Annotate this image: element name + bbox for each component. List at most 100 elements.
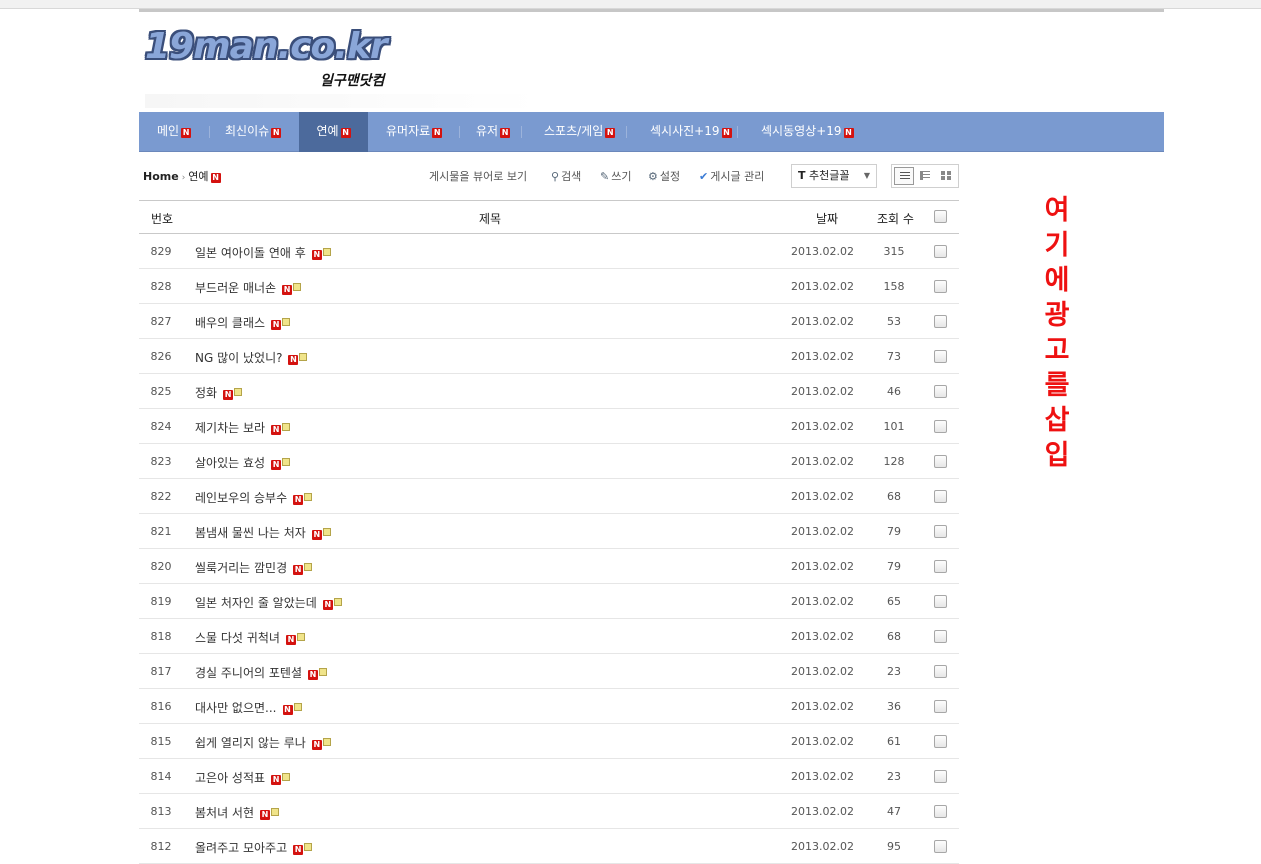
- post-title-link[interactable]: 봄처녀 서현 N: [195, 804, 280, 821]
- post-date: 2013.02.02: [791, 595, 854, 608]
- nav-item-6[interactable]: 섹시사진+19 N: [650, 112, 732, 152]
- post-title-link[interactable]: 봄냄새 물씬 나는 처자 N: [195, 524, 331, 541]
- post-title: 레인보우의 승부수: [195, 491, 288, 505]
- search-button[interactable]: ⚲ 검색: [551, 168, 581, 184]
- new-badge: N: [432, 128, 443, 138]
- site-logo[interactable]: 19man.co.kr 일구맨닷컴: [145, 26, 545, 108]
- row-checkbox[interactable]: [934, 245, 947, 258]
- image-attachment-icon: [293, 283, 302, 291]
- post-title-link[interactable]: 레인보우의 승부수 N: [195, 489, 313, 506]
- table-row: 818 스물 다섯 귀척녀 N 2013.02.02 68: [139, 619, 959, 654]
- row-checkbox[interactable]: [934, 490, 947, 503]
- post-title-link[interactable]: 제기차는 보라 N: [195, 419, 291, 436]
- post-title-link[interactable]: NG 많이 났었니? N: [195, 349, 308, 366]
- new-badge: N: [322, 600, 333, 610]
- web-view-link[interactable]: 게시물을 뷰어로 보기: [429, 168, 527, 184]
- post-date: 2013.02.02: [791, 280, 854, 293]
- post-title-link[interactable]: 씰룩거리는 깜민경 N: [195, 559, 313, 576]
- row-checkbox[interactable]: [934, 630, 947, 643]
- breadcrumb-current[interactable]: 연예: [188, 170, 208, 183]
- table-row: 820 씰룩거리는 깜민경 N 2013.02.02 79: [139, 549, 959, 584]
- nav-item-4[interactable]: 유저 N: [476, 112, 511, 152]
- post-title-link[interactable]: 살아있는 효성 N: [195, 454, 291, 471]
- post-title-link[interactable]: 부드러운 매너손 N: [195, 279, 302, 296]
- row-number: 817: [150, 665, 172, 678]
- font-sort-select[interactable]: T 추천글꼴 ▼: [791, 164, 877, 188]
- image-attachment-icon: [282, 423, 291, 431]
- row-number: 829: [150, 245, 172, 258]
- image-attachment-icon: [296, 633, 305, 641]
- row-checkbox[interactable]: [934, 665, 947, 678]
- nav-item-2[interactable]: 연예 N: [299, 112, 368, 152]
- post-date: 2013.02.02: [791, 805, 854, 818]
- row-number: 820: [150, 560, 172, 573]
- row-checkbox[interactable]: [934, 420, 947, 433]
- nav-item-1[interactable]: 최신이슈 N: [225, 112, 282, 152]
- post-title-link[interactable]: 일본 처자인 줄 알았는데 N: [195, 594, 342, 611]
- post-title-link[interactable]: 배우의 클래스 N: [195, 314, 291, 331]
- row-checkbox[interactable]: [934, 455, 947, 468]
- new-badge: N: [843, 128, 854, 138]
- post-title-link[interactable]: 쉽게 열리지 않는 루나 N: [195, 734, 331, 751]
- post-title-link[interactable]: 정화 N: [195, 384, 243, 401]
- row-checkbox[interactable]: [934, 805, 947, 818]
- webzine-view-button[interactable]: [915, 167, 935, 185]
- post-views: 101: [883, 420, 905, 433]
- post-views: 61: [887, 735, 901, 748]
- post-title: 봄처녀 서현: [195, 806, 255, 820]
- new-badge: N: [293, 845, 304, 855]
- new-badge: N: [285, 635, 296, 645]
- post-title-link[interactable]: 경실 주니어의 포텐셜 N: [195, 664, 327, 681]
- nav-divider: [736, 126, 738, 138]
- post-title-link[interactable]: 고은아 성적표 N: [195, 769, 291, 786]
- post-views: 73: [887, 350, 901, 363]
- post-date: 2013.02.02: [791, 735, 854, 748]
- pencil-icon: ✎: [600, 170, 610, 183]
- manage-label: 게시글 관리: [710, 170, 765, 183]
- row-checkbox[interactable]: [934, 350, 947, 363]
- post-date: 2013.02.02: [791, 315, 854, 328]
- table-row: 827 배우의 클래스 N 2013.02.02 53: [139, 304, 959, 339]
- post-title: 제기차는 보라: [195, 421, 266, 435]
- row-checkbox[interactable]: [934, 385, 947, 398]
- post-title: 고은아 성적표: [195, 771, 266, 785]
- post-title-link[interactable]: 스물 다섯 귀척녀 N: [195, 629, 305, 646]
- nav-divider: [209, 126, 210, 138]
- row-checkbox[interactable]: [934, 700, 947, 713]
- row-checkbox[interactable]: [934, 595, 947, 608]
- nav-item-7[interactable]: 섹시동영상+19 N: [761, 112, 854, 152]
- nav-item-0[interactable]: 메인 N: [157, 112, 192, 152]
- list-view-button[interactable]: [894, 167, 914, 185]
- post-title: 봄냄새 물씬 나는 처자: [195, 526, 306, 540]
- post-views: 315: [883, 245, 905, 258]
- header-date: 날짜: [816, 212, 839, 226]
- settings-button[interactable]: ⚙ 설정: [648, 168, 680, 184]
- row-checkbox[interactable]: [934, 525, 947, 538]
- post-views: 23: [887, 770, 901, 783]
- gallery-view-button[interactable]: [936, 167, 956, 185]
- post-title-link[interactable]: 대사만 없으면... N: [195, 699, 302, 716]
- row-checkbox[interactable]: [934, 770, 947, 783]
- post-date: 2013.02.02: [791, 525, 854, 538]
- manage-button[interactable]: ✔ 게시글 관리: [699, 168, 764, 184]
- row-checkbox[interactable]: [934, 560, 947, 573]
- row-number: 812: [150, 840, 172, 853]
- post-views: 95: [887, 840, 901, 853]
- board-toolbar: Home › 연예 N 게시물을 뷰어로 보기 ⚲ 검색 ✎ 쓰기 ⚙ 설정 ✔ 게시글 관리…: [139, 164, 959, 190]
- breadcrumb-home[interactable]: Home: [143, 170, 179, 183]
- post-title-link[interactable]: 일본 여아이돌 연애 후 N: [195, 244, 331, 261]
- ad-char: 고: [1044, 335, 1070, 366]
- post-views: 68: [887, 490, 901, 503]
- post-title-link[interactable]: 올려주고 모아주고 N: [195, 839, 313, 856]
- new-badge: N: [605, 128, 616, 138]
- row-checkbox[interactable]: [934, 280, 947, 293]
- nav-item-5[interactable]: 스포츠/게임 N: [544, 112, 616, 152]
- nav-item-3[interactable]: 유머자료 N: [386, 112, 443, 152]
- write-button[interactable]: ✎ 쓰기: [600, 168, 631, 184]
- row-checkbox[interactable]: [934, 735, 947, 748]
- row-number: 826: [150, 350, 172, 363]
- row-checkbox[interactable]: [934, 840, 947, 853]
- post-date: 2013.02.02: [791, 840, 854, 853]
- select-all-checkbox[interactable]: [934, 210, 947, 223]
- row-checkbox[interactable]: [934, 315, 947, 328]
